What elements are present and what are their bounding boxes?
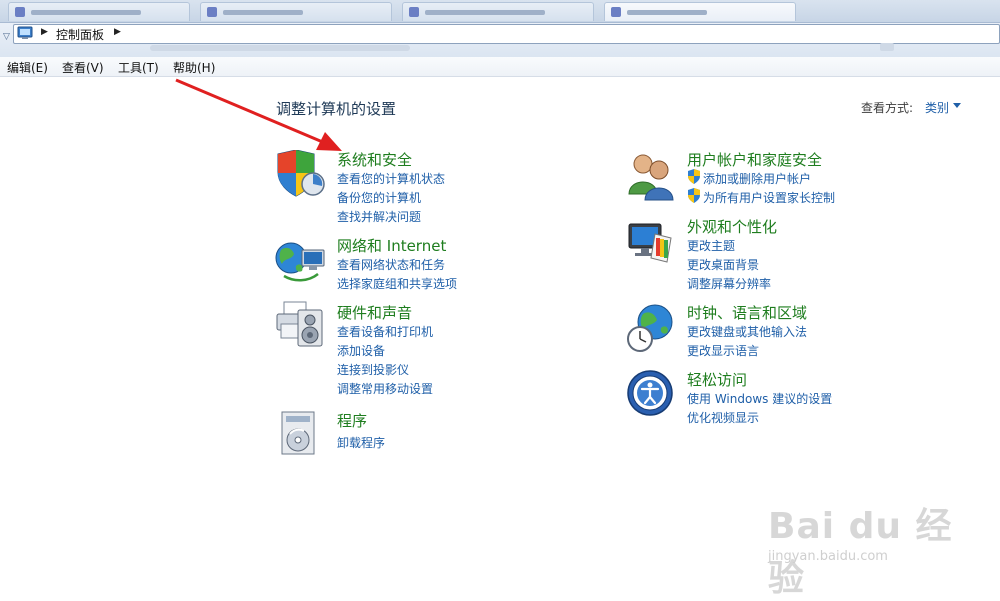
watermark-url: jingyan.baidu.com [768,549,888,564]
watermark: Bai du 经验 jingyan.baidu.com [756,487,956,599]
